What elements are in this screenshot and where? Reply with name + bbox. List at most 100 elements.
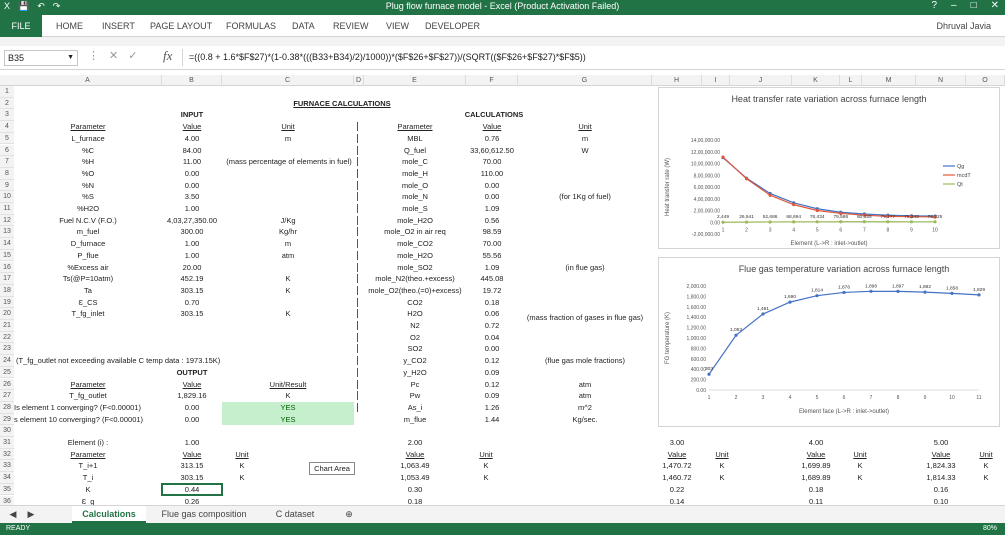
output-parameter[interactable]: Is element 1 converging? (F<0.00001) (14, 402, 162, 414)
input-unit[interactable] (222, 145, 354, 157)
input-unit[interactable] (222, 297, 354, 309)
element-unit-k[interactable]: K (966, 472, 1005, 484)
element-unit-k[interactable]: K (466, 460, 506, 472)
calc-parameter[interactable]: mole_N2(theo.+excess) (364, 273, 466, 285)
element-t-next[interactable]: 313.15 (162, 460, 222, 472)
header-parameter[interactable]: Parameter (14, 121, 162, 133)
sheet-tab-calculations[interactable]: Calculations (72, 506, 146, 523)
calc-value[interactable]: 55.56 (466, 250, 518, 262)
column-header[interactable]: K (792, 75, 840, 86)
calc-header-unit[interactable]: Unit (518, 121, 652, 133)
calc-parameter[interactable]: mole_O2(theo.(=0)+excess) (364, 285, 466, 297)
input-value[interactable]: 303.15 (162, 308, 222, 320)
row-header[interactable]: 15 (0, 249, 14, 262)
calc-value[interactable]: 0.18 (466, 297, 518, 309)
column-header[interactable]: O (966, 75, 1005, 86)
row-header[interactable]: 7 (0, 156, 14, 168)
row-header[interactable]: 19 (0, 296, 14, 309)
input-parameter[interactable]: %C (14, 145, 162, 157)
row-header[interactable]: 2 (0, 97, 14, 110)
sheet-tab-flue-gas-composition[interactable]: Flue gas composition (150, 506, 258, 523)
element-k[interactable]: 0.44 (161, 482, 223, 497)
element-t-next[interactable]: 1,699.89 (792, 460, 840, 472)
input-unit[interactable]: K (222, 308, 354, 320)
column-header[interactable]: I (702, 75, 730, 86)
calc-unit[interactable] (518, 180, 652, 192)
element-t-current[interactable]: 1,053.49 (364, 472, 466, 484)
input-unit[interactable]: K (222, 285, 354, 297)
row-header[interactable]: 20 (0, 308, 14, 320)
element-header-value[interactable]: Value (792, 449, 840, 461)
input-unit[interactable]: J/Kg (222, 215, 354, 227)
row-header[interactable]: 14 (0, 238, 14, 250)
calc-value[interactable]: 110.00 (466, 168, 518, 180)
calc-value[interactable]: 0.76 (466, 133, 518, 145)
name-box[interactable]: B35 ▼ (4, 50, 78, 66)
calc-unit[interactable] (518, 215, 652, 227)
tab-review[interactable]: REVIEW (333, 15, 369, 37)
row-header[interactable]: 32 (0, 448, 14, 461)
calc-unit[interactable] (518, 156, 652, 168)
add-sheet-icon[interactable]: ⊕ (340, 506, 358, 523)
row-header[interactable]: 9 (0, 179, 14, 192)
row-header[interactable]: 21 (0, 320, 14, 332)
element-header-value[interactable]: Value (364, 449, 466, 461)
input-value[interactable]: 4,03,27,350.00 (162, 215, 222, 227)
element-number[interactable]: 1.00 (162, 437, 222, 449)
calc-value[interactable]: 0.56 (466, 215, 518, 227)
row-header[interactable]: 3 (0, 109, 14, 122)
element-number[interactable]: 3.00 (652, 437, 702, 449)
input-value[interactable]: 84.00 (162, 145, 222, 157)
element-k[interactable]: 0.30 (364, 484, 466, 496)
element-number[interactable]: 5.00 (916, 437, 966, 449)
row-header[interactable]: 27 (0, 390, 14, 402)
element-k[interactable]: 0.22 (652, 484, 702, 496)
element-t-next[interactable]: 1,824.33 (916, 460, 966, 472)
calc-unit[interactable] (518, 273, 652, 285)
input-parameter[interactable]: %O (14, 168, 162, 180)
input-value[interactable]: 11.00 (162, 156, 222, 168)
calc-value[interactable]: 0.00 (466, 180, 518, 192)
input-value[interactable]: 20.00 (162, 262, 222, 274)
element-unit-k[interactable]: K (966, 460, 1005, 472)
element-header-unit[interactable]: Unit (840, 449, 880, 461)
element-unit-k[interactable]: K (840, 460, 880, 472)
output-value[interactable]: 0.00 (162, 402, 222, 414)
calc-unit[interactable]: atm (518, 390, 652, 402)
element-t-next[interactable]: 1,063.49 (364, 460, 466, 472)
input-parameter[interactable]: P_flue (14, 250, 162, 262)
calc-unit[interactable]: W (518, 145, 652, 157)
calc-unit[interactable] (518, 250, 652, 262)
calc-value[interactable]: 33,60,612.50 (466, 145, 518, 157)
input-value[interactable]: 0.70 (162, 297, 222, 309)
tab-page-layout[interactable]: PAGE LAYOUT (150, 15, 212, 37)
input-parameter[interactable]: Ts(@P=10atm) (14, 273, 162, 285)
calc-parameter[interactable]: y_CO2 (364, 355, 466, 367)
heat-transfer-chart[interactable]: Heat transfer rate variation across furn… (658, 87, 1000, 249)
calc-value[interactable]: 0.06 (466, 308, 518, 320)
input-parameter[interactable]: Ɛ_CS (14, 297, 162, 309)
column-header[interactable]: F (466, 75, 518, 86)
input-value[interactable]: 300.00 (162, 226, 222, 238)
row-header[interactable]: 17 (0, 273, 14, 285)
input-parameter[interactable]: %N (14, 180, 162, 192)
input-value[interactable]: 303.15 (162, 285, 222, 297)
input-parameter[interactable]: %S (14, 191, 162, 203)
more-icon[interactable]: ⋮ (88, 49, 99, 62)
sheet-tab-c-dataset[interactable]: C dataset (262, 506, 328, 523)
output-result[interactable]: YES (222, 413, 354, 426)
calc-value[interactable]: 0.04 (466, 332, 518, 344)
row-header[interactable]: 33 (0, 460, 14, 473)
element-row-label[interactable]: K (14, 484, 162, 496)
element-header-unit[interactable]: Unit (466, 449, 506, 461)
calc-unit[interactable] (518, 238, 652, 250)
tab-data[interactable]: DATA (292, 15, 315, 37)
output-header-value[interactable]: Value (162, 379, 222, 391)
input-value[interactable]: 0.00 (162, 180, 222, 192)
calc-parameter[interactable]: mole_S (364, 203, 466, 215)
calc-value[interactable]: 1.09 (466, 262, 518, 274)
input-unit[interactable]: Kg/hr (222, 226, 354, 238)
output-parameter[interactable]: s element 10 converging? (F<0.00001) (14, 414, 162, 426)
calc-unit[interactable]: m^2 (518, 402, 652, 414)
calc-unit[interactable] (518, 285, 652, 297)
